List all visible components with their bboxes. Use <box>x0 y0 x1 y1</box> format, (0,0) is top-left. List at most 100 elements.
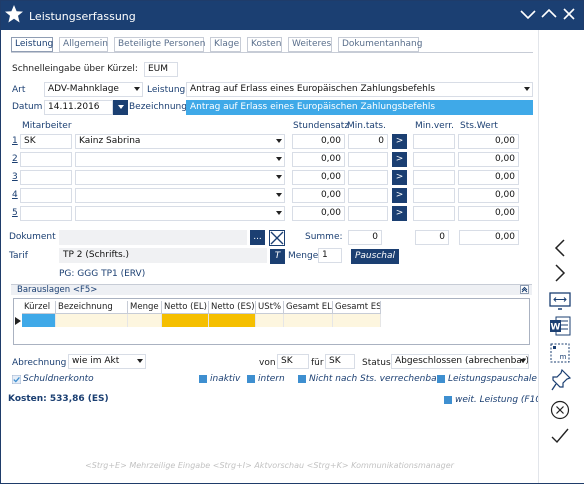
browse-button[interactable]: ... <box>250 230 265 245</box>
sts-wert-input[interactable]: 0,00 <box>458 152 519 167</box>
col-ust[interactable]: USt% <box>256 301 284 314</box>
tab-dokumentanhang[interactable]: Dokumentanhang <box>338 37 422 52</box>
col-menge[interactable]: Menge <box>128 301 162 314</box>
leistungspauschale-checkbox[interactable] <box>437 375 445 383</box>
datum-input[interactable]: 14.11.2016 <box>44 100 113 115</box>
leistung-select[interactable]: Antrag auf Erlass eines Europäischen Zah… <box>186 82 533 97</box>
weit-leistung-checkbox[interactable] <box>444 396 452 404</box>
abrechnung-select[interactable]: wie im Akt <box>68 354 146 369</box>
col-netto-es[interactable]: Netto (ES) <box>209 301 256 314</box>
min-tats-input[interactable]: 0 <box>348 134 388 149</box>
col-kuerzel[interactable]: Kürzel <box>22 301 56 314</box>
sts-wert-input[interactable]: 0,00 <box>458 134 519 149</box>
chevron-right-icon[interactable] <box>553 264 567 285</box>
min-tats-input[interactable] <box>348 206 388 221</box>
sts-wert-input[interactable]: 0,00 <box>458 188 519 203</box>
cell-ust[interactable] <box>256 314 284 327</box>
cell-netto-es[interactable] <box>209 314 256 327</box>
dokument-input[interactable] <box>59 230 247 245</box>
cancel-circle-icon[interactable] <box>550 400 570 423</box>
clear-document-button[interactable] <box>269 230 285 246</box>
close-icon[interactable] <box>561 6 577 25</box>
min-verr-input[interactable] <box>413 206 455 221</box>
pin-icon[interactable] <box>551 368 572 394</box>
nicht-nach-sts-checkbox[interactable] <box>298 375 306 383</box>
menge-input[interactable]: 1 <box>318 248 342 263</box>
intern-checkbox[interactable] <box>247 375 255 383</box>
sts-wert-input[interactable]: 0,00 <box>458 206 519 221</box>
tab-beteiligte-personen[interactable]: Beteiligte Personen <box>114 37 205 52</box>
leistungspauschale-label: Leistungspauschale <box>448 374 537 384</box>
bezeichnung-input[interactable]: Antrag auf Erlass eines Europäischen Zah… <box>186 100 533 115</box>
cell-menge[interactable] <box>128 314 162 327</box>
screen-resize-icon[interactable] <box>549 292 571 313</box>
mitarbeiter-name-select[interactable] <box>75 206 285 221</box>
min-tats-input[interactable] <box>348 170 388 185</box>
mitarbeiter-code-input[interactable] <box>20 170 72 185</box>
chevron-up-icon[interactable] <box>540 6 558 25</box>
barauslagen-header[interactable]: Barauslagen <F5> <box>11 284 532 295</box>
cell-kuerzel[interactable] <box>22 314 56 327</box>
status-select[interactable]: Abgeschlossen (abrechenbar) <box>391 354 529 369</box>
min-tats-input[interactable] <box>348 188 388 203</box>
chevron-left-icon[interactable] <box>553 239 567 260</box>
min-verr-input[interactable] <box>413 134 455 149</box>
barauslagen-table[interactable]: Kürzel Bezeichnung Menge Netto (EL) Nett… <box>13 298 530 345</box>
transfer-minutes-button[interactable]: > <box>392 188 407 203</box>
tab-kosten[interactable]: Kosten <box>247 37 282 52</box>
mitarbeiter-code-input[interactable] <box>20 206 72 221</box>
cell-bezeichnung[interactable] <box>56 314 128 327</box>
schuldnerkonto-checkbox[interactable] <box>11 374 22 387</box>
mitarbeiter-code-input[interactable]: SK <box>20 134 72 149</box>
cell-gesamt-es[interactable] <box>333 314 381 327</box>
tab-allgemein[interactable]: Allgemein <box>59 37 108 52</box>
cell-gesamt-el[interactable] <box>284 314 333 327</box>
mitarbeiter-name-select[interactable]: Kainz Sabrina <box>75 134 285 149</box>
stundensatz-input[interactable]: 0,00 <box>292 206 345 221</box>
stundensatz-input[interactable]: 0,00 <box>292 170 345 185</box>
art-select[interactable]: ADV-Mahnklage <box>44 82 143 97</box>
transfer-minutes-button[interactable]: > <box>392 152 407 167</box>
chevron-down-icon[interactable] <box>519 6 537 25</box>
mitarbeiter-code-input[interactable] <box>20 152 72 167</box>
von-input[interactable]: SK <box>277 354 309 369</box>
collapse-icon[interactable] <box>520 285 529 297</box>
transfer-minutes-button[interactable]: > <box>392 206 407 221</box>
kosten-summary: Kosten: 533,86 (ES) <box>8 394 109 404</box>
calendar-dropdown-button[interactable] <box>113 100 128 115</box>
word-document-icon[interactable]: W <box>549 316 571 339</box>
pauschal-button[interactable]: Pauschal <box>351 249 399 264</box>
tab-leistung[interactable]: Leistung <box>11 37 53 52</box>
mitarbeiter-code-input[interactable] <box>20 188 72 203</box>
dropdown-arrow-icon <box>276 139 282 143</box>
stundensatz-input[interactable]: 0,00 <box>292 152 345 167</box>
stundensatz-input[interactable]: 0,00 <box>292 188 345 203</box>
col-netto-el[interactable]: Netto (EL) <box>162 301 209 314</box>
tab-weiteres[interactable]: Weiteres <box>288 37 332 52</box>
min-verr-input[interactable] <box>413 170 455 185</box>
row-pointer-icon <box>15 317 21 328</box>
fuer-input[interactable]: SK <box>325 354 355 369</box>
checkmark-icon[interactable] <box>550 426 570 449</box>
calendar-m-icon[interactable]: m <box>550 343 570 366</box>
mitarbeiter-name-select[interactable] <box>75 152 285 167</box>
cell-netto-el[interactable] <box>162 314 209 327</box>
min-verr-input[interactable] <box>413 188 455 203</box>
col-gesamt-el[interactable]: Gesamt EL <box>284 301 333 314</box>
col-gesamt-es[interactable]: Gesamt ES <box>333 301 381 314</box>
tab-klage[interactable]: Klage <box>210 37 241 52</box>
sts-wert-input[interactable]: 0,00 <box>458 170 519 185</box>
quick-entry-input[interactable]: EUM <box>144 62 178 77</box>
inaktiv-checkbox[interactable] <box>199 375 207 383</box>
stundensatz-input[interactable]: 0,00 <box>292 134 345 149</box>
chevron-down-icon <box>118 105 124 109</box>
transfer-minutes-button[interactable]: > <box>392 170 407 185</box>
min-tats-input[interactable] <box>348 152 388 167</box>
tarif-input[interactable]: TP 2 (Schrifts.) <box>59 248 267 263</box>
mitarbeiter-name-select[interactable] <box>75 188 285 203</box>
mitarbeiter-name-select[interactable] <box>75 170 285 185</box>
tarif-t-button[interactable]: T <box>270 249 285 264</box>
min-verr-input[interactable] <box>413 152 455 167</box>
col-bezeichnung[interactable]: Bezeichnung <box>56 301 128 314</box>
transfer-minutes-button[interactable]: > <box>392 134 407 149</box>
